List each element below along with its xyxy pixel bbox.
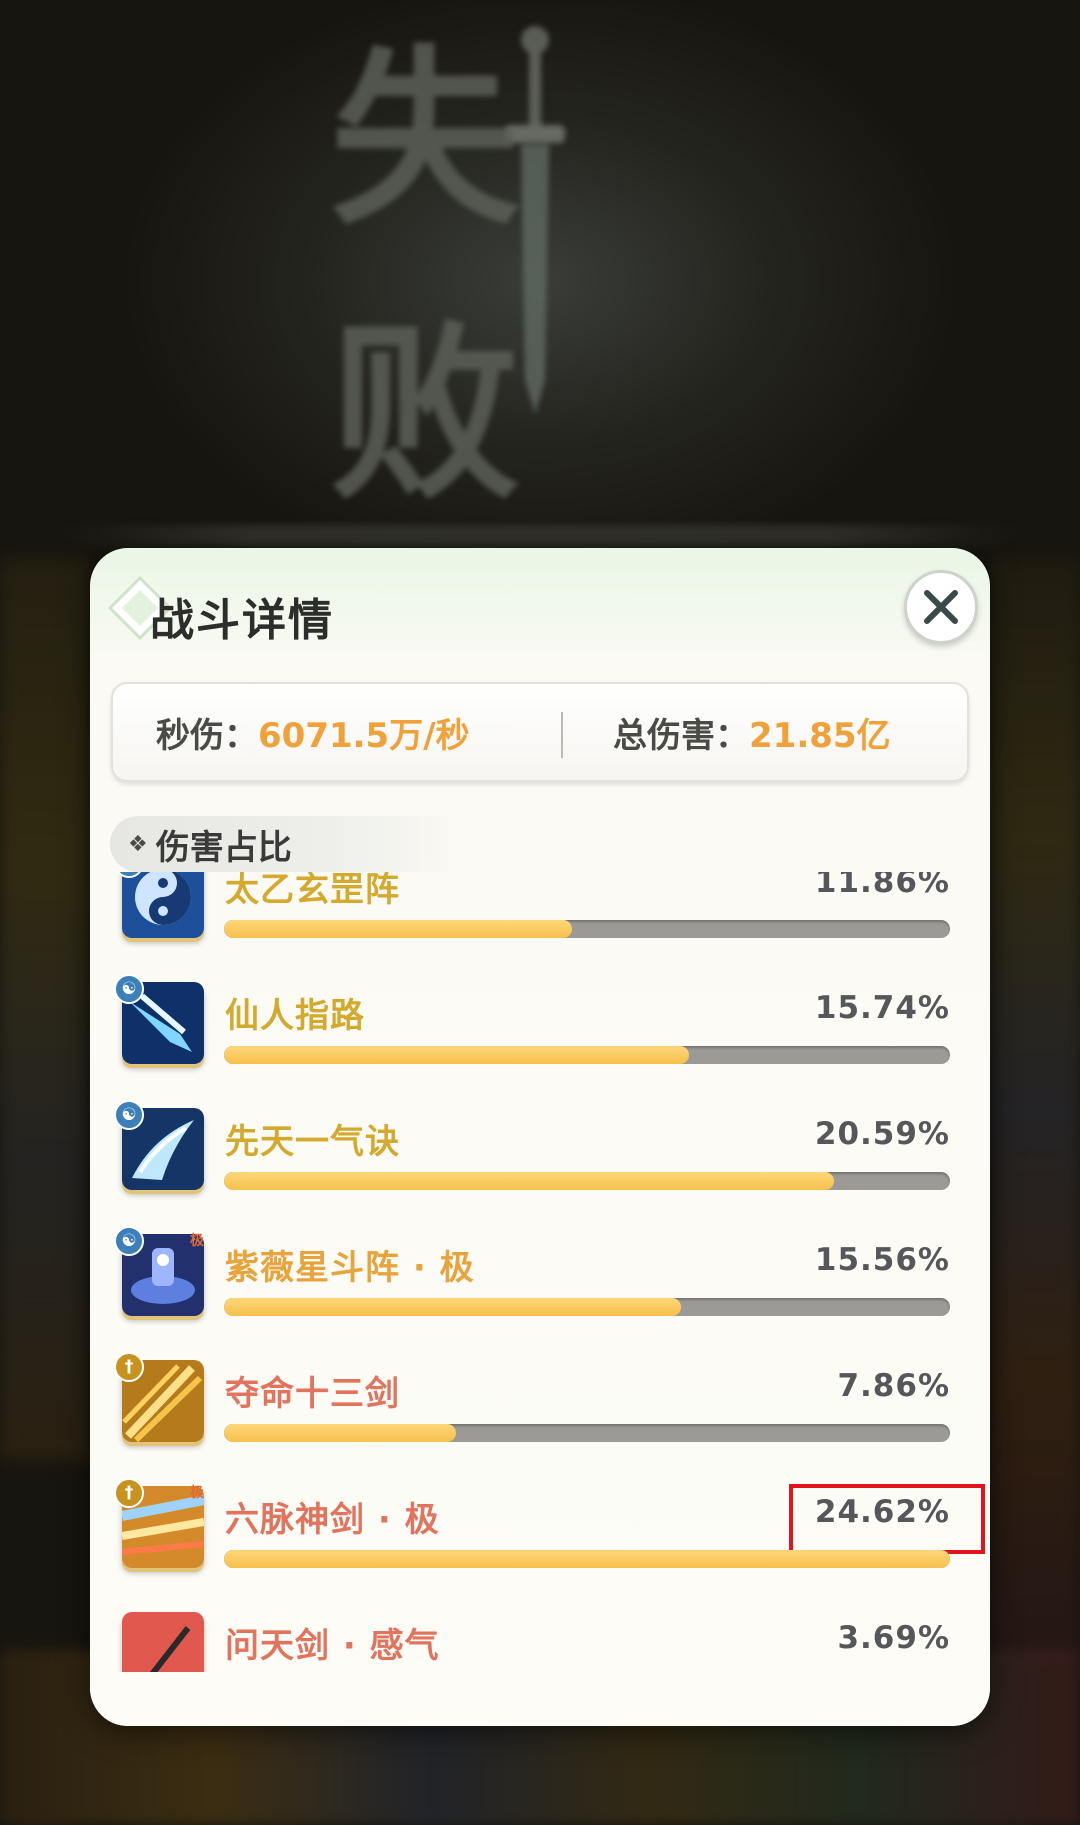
ultimate-mark: 极 — [190, 1233, 204, 1249]
background-right-panel — [990, 560, 1080, 1660]
damage-bar-track — [224, 920, 950, 938]
sword-badge-icon: † — [114, 1352, 144, 1382]
dps-label: 秒伤： — [156, 715, 258, 756]
damage-bar-fill — [224, 1550, 950, 1568]
skill-percent: 15.74% — [814, 990, 950, 1026]
section-diamond-icon: ❖ — [128, 831, 148, 857]
damage-bar-fill — [224, 920, 573, 938]
skill-row[interactable]: ☯ 仙人指路 15.74% — [90, 968, 990, 1094]
damage-stats-box: 秒伤： 6071.5万/秒 总伤害： 21.85亿 — [111, 682, 969, 782]
skill-name: 先天一气诀 — [225, 1122, 400, 1162]
skill-name: 仙人指路 — [225, 996, 365, 1036]
close-button[interactable] — [904, 570, 978, 644]
ultimate-mark: 极 — [190, 1485, 204, 1501]
skill-percent: 3.69% — [837, 1620, 950, 1656]
skill-row[interactable]: ☯ 先天一气诀 20.59% — [90, 1094, 990, 1220]
skill-name: 紫薇星斗阵 · 极 — [225, 1248, 475, 1288]
background-left-panel — [0, 560, 90, 1460]
damage-bar-fill — [224, 1424, 457, 1442]
wentian-sword-icon — [122, 1612, 204, 1672]
damage-bar-fill — [224, 1172, 834, 1190]
highlight-box — [789, 1484, 985, 1554]
skill-name: 问天剑 · 感气 — [225, 1626, 440, 1666]
battle-details-dialog: 战斗详情 秒伤： 6071.5万/秒 总伤害： 21.85亿 ❖ 伤害占比 ☯ 太… — [90, 548, 990, 1726]
skill-row[interactable]: † 夺命十三剑 7.86% — [90, 1346, 990, 1472]
skill-percent: 11.86% — [814, 872, 950, 900]
background-subtitle-bar — [60, 525, 1020, 547]
skill-percent: 15.56% — [814, 1242, 950, 1278]
skill-list: ☯太乙玄罡阵11.86%☯仙人指路15.74%☯先天一气诀20.59%☯极紫薇星… — [90, 872, 990, 1672]
damage-bar-track — [224, 1298, 950, 1316]
skill-row[interactable]: 问天剑 · 感气 3.69% — [90, 1598, 990, 1672]
dps-value: 6071.5万/秒 — [258, 715, 470, 756]
skill-name: 太乙玄罡阵 — [225, 872, 400, 910]
section-label: 伤害占比 — [155, 827, 292, 868]
yin-yang-badge-icon: ☯ — [114, 974, 144, 1004]
sword-badge-icon: † — [114, 1478, 144, 1508]
dialog-footer — [90, 1672, 990, 1726]
skill-row[interactable]: ☯ 极紫薇星斗阵 · 极 15.56% — [90, 1220, 990, 1346]
total-damage-stat: 总伤害： 21.85亿 — [613, 684, 891, 780]
stats-divider — [561, 712, 563, 758]
total-damage-label: 总伤害： — [613, 715, 749, 756]
skill-percent: 7.86% — [837, 1368, 950, 1404]
skill-name: 六脉神剑 · 极 — [225, 1500, 440, 1540]
damage-bar-fill — [224, 1298, 682, 1316]
damage-bar-track — [224, 1046, 950, 1064]
damage-bar-fill — [224, 1046, 689, 1064]
skill-percent: 20.59% — [814, 1116, 950, 1152]
damage-bar-track — [224, 1424, 950, 1442]
yin-yang-badge-icon: ☯ — [114, 1226, 144, 1256]
skill-row[interactable]: ☯太乙玄罡阵11.86% — [90, 872, 990, 968]
damage-bar-track — [224, 1550, 950, 1568]
taichi-array-icon — [122, 872, 204, 938]
yin-yang-badge-icon: ☯ — [114, 1100, 144, 1130]
dialog-title: 战斗详情 — [150, 595, 334, 646]
skill-row[interactable]: † 极六脉神剑 · 极 24.62% — [90, 1472, 990, 1598]
dps-stat: 秒伤： 6071.5万/秒 — [156, 684, 470, 780]
damage-bar-track — [224, 1172, 950, 1190]
total-damage-value: 21.85亿 — [749, 715, 891, 756]
defeat-title: 失败 — [330, 27, 760, 525]
skill-damage-list[interactable]: ☯太乙玄罡阵11.86%☯仙人指路15.74%☯先天一气诀20.59%☯极紫薇星… — [90, 872, 990, 1672]
dialog-header: 战斗详情 — [90, 548, 990, 668]
skill-name: 夺命十三剑 — [225, 1374, 400, 1414]
close-x-icon — [924, 590, 958, 624]
damage-share-section-tag: ❖ 伤害占比 — [110, 816, 470, 872]
